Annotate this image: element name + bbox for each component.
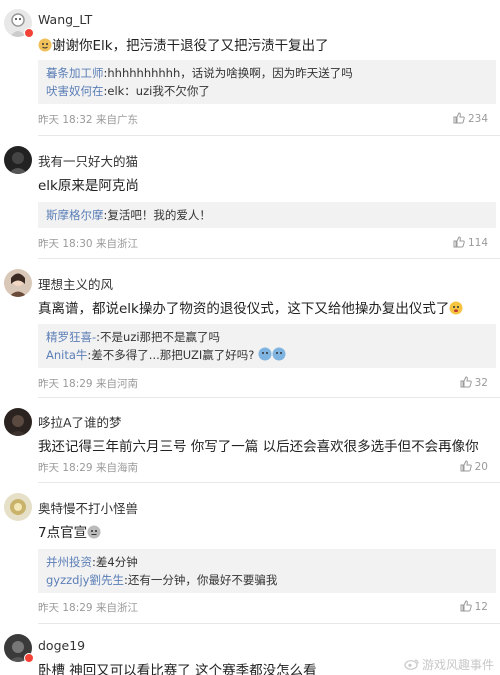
like-button[interactable]: 20 — [460, 460, 488, 473]
sweat-emoji-icon — [272, 347, 286, 361]
thumbs-up-icon — [460, 376, 472, 388]
reply-item[interactable]: 斯摩格尔摩:复活吧！我的爱人！ — [46, 206, 488, 224]
reply-item[interactable]: gyzzdjy劉先生:还有一分钟，你最好不要骗我 — [46, 571, 488, 589]
face-emoji-icon — [87, 525, 101, 539]
divider — [38, 258, 500, 259]
reply-item[interactable]: 精罗狂喜-:不是uzi那把不是赢了吗 — [46, 328, 488, 346]
reply-author[interactable]: 吠害奴何在 — [46, 84, 104, 98]
divider — [38, 623, 500, 624]
like-button[interactable]: 32 — [460, 376, 488, 389]
comment-text: 卧槽 神回又可以看比赛了 这个赛季都没怎么看 — [38, 663, 317, 675]
username[interactable]: 奥特慢不打小怪兽 — [38, 498, 138, 517]
username[interactable]: 哆拉A了谁的梦 — [38, 412, 122, 431]
comment-text: 7点官宣 — [38, 521, 101, 541]
reply-author[interactable]: 暮条加工师 — [46, 66, 104, 80]
reply-item[interactable]: 并州投资:差4分钟 — [46, 553, 488, 571]
verified-badge-icon — [24, 28, 34, 38]
username[interactable]: doge19 — [38, 638, 85, 653]
like-button[interactable]: 234 — [453, 112, 488, 125]
avatar[interactable] — [4, 269, 32, 297]
comment-meta: 昨天 18:32 来自广东 — [38, 114, 138, 126]
thumbs-up-icon — [453, 236, 465, 248]
watermark: 游戏风趣事件 — [404, 656, 494, 673]
username[interactable]: 理想主义的风 — [38, 274, 113, 293]
username[interactable]: Wang_LT — [38, 12, 92, 27]
reply-author[interactable]: Anita牛 — [46, 348, 87, 362]
divider — [38, 397, 500, 398]
sweat-emoji-icon — [258, 347, 272, 361]
reply-item[interactable]: 暮条加工师:hhhhhhhhhh，话说为啥换啊，因为昨天送了吗 — [46, 64, 488, 82]
weibo-logo-icon — [404, 659, 419, 670]
avatar[interactable] — [4, 408, 32, 436]
reply-box: 精罗狂喜-:不是uzi那把不是赢了吗 Anita牛:差不多得了...那把UZI赢… — [38, 324, 496, 368]
reply-author[interactable]: 斯摩格尔摩 — [46, 208, 104, 222]
thumbs-up-icon — [460, 460, 472, 472]
divider — [38, 482, 500, 483]
comment-text: 谢谢你Elk，把污渍干退役了又把污渍干复出了 — [38, 34, 329, 54]
reply-author[interactable]: gyzzdjy劉先生 — [46, 573, 124, 587]
comment-text: 我还记得三年前六月三号 你写了一篇 以后还会喜欢很多选手但不会再像你 — [38, 439, 479, 455]
divider — [38, 135, 500, 136]
comment-meta: 昨天 18:29 来自浙江 — [38, 602, 138, 614]
reply-box: 斯摩格尔摩:复活吧！我的爱人！ — [38, 202, 496, 228]
comment-meta: 昨天 18:29 来自海南 — [38, 462, 138, 474]
like-button[interactable]: 12 — [460, 600, 488, 613]
thumbs-up-icon — [453, 112, 465, 124]
avatar[interactable] — [4, 146, 32, 174]
verified-badge-icon — [24, 653, 34, 663]
face-emoji-icon — [449, 301, 463, 315]
username[interactable]: 我有一只好大的猫 — [38, 151, 138, 170]
reply-box: 暮条加工师:hhhhhhhhhh，话说为啥换啊，因为昨天送了吗 吠害奴何在:el… — [38, 60, 496, 104]
comment-meta: 昨天 18:30 来自浙江 — [38, 238, 138, 250]
reply-box: 并州投资:差4分钟 gyzzdjy劉先生:还有一分钟，你最好不要骗我 — [38, 549, 496, 593]
like-button[interactable]: 114 — [453, 236, 488, 249]
reply-author[interactable]: 精罗狂喜- — [46, 330, 96, 344]
reply-item[interactable]: 吠害奴何在:elk：uzi我不欠你了 — [46, 82, 488, 100]
comment-text: 真离谱，都说elk操办了物资的退役仪式，这下又给他操办复出仪式了 — [38, 297, 463, 317]
reply-author[interactable]: 并州投资 — [46, 555, 92, 569]
comment-meta: 昨天 18:29 来自河南 — [38, 378, 138, 390]
doge-emoji-icon — [38, 38, 52, 52]
comment-text: elk原来是阿克尚 — [38, 178, 139, 194]
thumbs-up-icon — [460, 600, 472, 612]
reply-item[interactable]: Anita牛:差不多得了...那把UZI赢了好吗? — [46, 346, 488, 364]
avatar[interactable] — [4, 493, 32, 521]
